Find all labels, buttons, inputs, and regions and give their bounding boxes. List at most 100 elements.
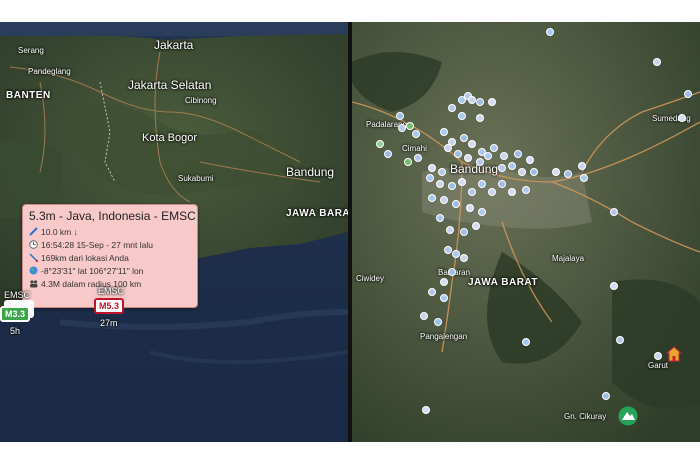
earthquake-dot[interactable] — [428, 194, 436, 202]
earthquake-dot[interactable] — [610, 282, 618, 290]
label-banten: BANTEN — [6, 90, 51, 101]
popup-population-row: 4.3M dalam radius 100 km — [29, 279, 141, 289]
mountain-icon[interactable] — [618, 406, 638, 426]
right-map-panel[interactable]: Padalarang Cimahi Bandung Sumedang Ciwid… — [352, 22, 700, 442]
earthquake-dot[interactable] — [508, 162, 516, 170]
earthquake-dot[interactable] — [428, 164, 436, 172]
earthquake-dot[interactable] — [488, 188, 496, 196]
earthquake-dot[interactable] — [522, 186, 530, 194]
earthquake-dot[interactable] — [484, 152, 492, 160]
earthquake-dot[interactable] — [438, 168, 446, 176]
earthquake-dot[interactable] — [446, 226, 454, 234]
label-serang: Serang — [18, 46, 44, 55]
popup-coordinates-row: -8°23'31" lat 106°27'11" lon — [29, 266, 143, 276]
earthquake-dot[interactable] — [458, 178, 466, 186]
earthquake-dot[interactable] — [384, 150, 392, 158]
earthquake-dot[interactable] — [678, 114, 686, 122]
earthquake-dot[interactable] — [518, 168, 526, 176]
house-icon[interactable] — [665, 346, 683, 362]
earthquake-dot[interactable] — [476, 158, 484, 166]
earthquake-dot[interactable] — [476, 98, 484, 106]
label-garut: Garut — [648, 361, 669, 370]
earthquake-dot[interactable] — [428, 288, 436, 296]
earthquake-dot[interactable] — [440, 294, 448, 302]
earthquake-dot[interactable] — [414, 154, 422, 162]
earthquake-dot[interactable] — [490, 144, 498, 152]
earthquake-dot[interactable] — [488, 98, 496, 106]
earthquake-dot[interactable] — [396, 112, 404, 120]
earthquake-dot[interactable] — [466, 204, 474, 212]
earthquake-dot[interactable] — [458, 96, 466, 104]
earthquake-dot[interactable] — [552, 168, 560, 176]
label-gn-cikuray: Gn. Cikuray — [564, 412, 607, 421]
label-sukabumi: Sukabumi — [178, 174, 214, 183]
earthquake-dot[interactable] — [514, 150, 522, 158]
left-map-panel[interactable]: Jakarta Jakarta Selatan Serang Pandeglan… — [0, 22, 348, 442]
earthquake-dot[interactable] — [458, 112, 466, 120]
earthquake-dot[interactable] — [436, 214, 444, 222]
popup-title: 5.3m - Java, Indonesia - EMSC — [29, 209, 196, 223]
earthquake-dot[interactable] — [564, 170, 572, 178]
earthquake-dot[interactable] — [406, 122, 414, 130]
earthquake-dot[interactable] — [578, 162, 586, 170]
label-cimahi: Cimahi — [402, 144, 427, 153]
earthquake-dot[interactable] — [498, 164, 506, 172]
earthquake-dot[interactable] — [436, 180, 444, 188]
second-marker-age: 5h — [10, 326, 21, 336]
earthquake-dot[interactable] — [526, 156, 534, 164]
earthquake-dot[interactable] — [476, 114, 484, 122]
earthquake-dot[interactable] — [448, 268, 456, 276]
distance-icon — [29, 253, 39, 263]
popup-population: 4.3M dalam radius 100 km — [41, 279, 142, 289]
earthquake-dot[interactable] — [478, 208, 486, 216]
earthquake-dot[interactable] — [440, 196, 448, 204]
main-magnitude-marker[interactable]: M5.3 — [94, 298, 125, 314]
earthquake-dot[interactable] — [684, 90, 692, 98]
earthquake-dot[interactable] — [464, 154, 472, 162]
earthquake-dot[interactable] — [653, 58, 661, 66]
earthquake-dot[interactable] — [420, 312, 428, 320]
earthquake-dot[interactable] — [546, 28, 554, 36]
earthquake-dot[interactable] — [580, 174, 588, 182]
depth-icon — [29, 227, 38, 236]
popup-time: 16:54:28 15-Sep - 27 mnt lalu — [41, 240, 153, 250]
earthquake-dot[interactable] — [522, 338, 530, 346]
earthquake-dot[interactable] — [530, 168, 538, 176]
earthquake-dot[interactable] — [376, 140, 384, 148]
earthquake-dot[interactable] — [444, 144, 452, 152]
earthquake-dot[interactable] — [452, 200, 460, 208]
earthquake-dot[interactable] — [616, 336, 624, 344]
earthquake-dot[interactable] — [422, 406, 430, 414]
earthquake-dot[interactable] — [610, 208, 618, 216]
earthquake-dot[interactable] — [508, 188, 516, 196]
earthquake-dot[interactable] — [398, 124, 406, 132]
earthquake-dot[interactable] — [404, 158, 412, 166]
earthquake-dot[interactable] — [468, 188, 476, 196]
earthquake-dot[interactable] — [468, 140, 476, 148]
main-marker-age: 27m — [100, 318, 118, 328]
second-magnitude-marker[interactable]: M3.3 — [0, 306, 31, 322]
earthquake-dot[interactable] — [452, 250, 460, 258]
earthquake-dot[interactable] — [472, 222, 480, 230]
earthquake-dot[interactable] — [448, 182, 456, 190]
earthquake-dot[interactable] — [412, 130, 420, 138]
earthquake-dot[interactable] — [460, 134, 468, 142]
earthquake-dot[interactable] — [460, 254, 468, 262]
earthquake-dot[interactable] — [460, 228, 468, 236]
popup-depth-row: 10.0 km ↓ — [29, 227, 78, 237]
earthquake-dot[interactable] — [440, 278, 448, 286]
earthquake-dot[interactable] — [444, 246, 452, 254]
earthquake-dot[interactable] — [654, 352, 662, 360]
earthquake-dot[interactable] — [440, 128, 448, 136]
earthquake-dot[interactable] — [478, 180, 486, 188]
earthquake-dot[interactable] — [498, 180, 506, 188]
earthquake-dot[interactable] — [602, 392, 610, 400]
earthquake-dot[interactable] — [454, 150, 462, 158]
label-jakarta: Jakarta — [154, 38, 194, 52]
clock-icon — [29, 240, 38, 249]
earthquake-dot[interactable] — [448, 104, 456, 112]
earthquake-dot[interactable] — [468, 96, 476, 104]
earthquake-dot[interactable] — [434, 318, 442, 326]
earthquake-dot[interactable] — [500, 152, 508, 160]
earthquake-dot[interactable] — [426, 174, 434, 182]
